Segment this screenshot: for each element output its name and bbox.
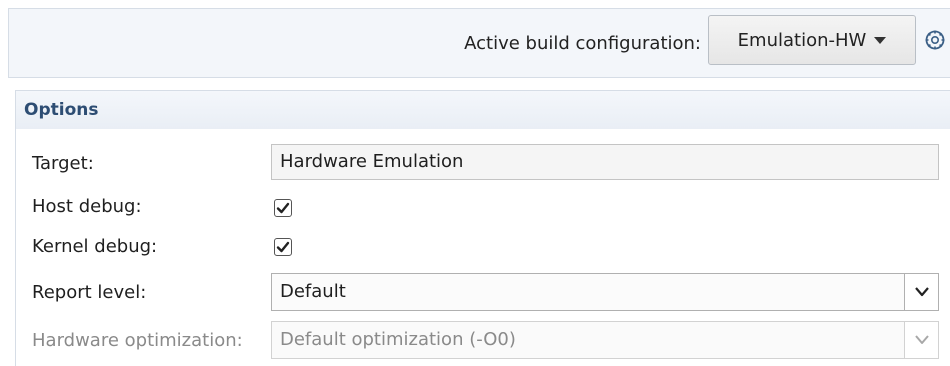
options-section-title: Options [24,100,99,120]
report-level-value: Default [280,281,346,302]
report-level-dropdown-button[interactable] [904,274,938,310]
target-label: Target: [32,153,94,174]
kernel-debug-checkbox[interactable] [274,238,292,256]
hardware-optimization-select: Default optimization (-O0) [271,321,939,359]
chevron-down-icon [874,36,887,44]
chevron-down-icon [915,287,929,297]
target-value: Hardware Emulation [280,151,464,172]
report-level-label: Report level: [32,282,147,303]
active-build-configuration-label: Active build configuration: [464,33,701,54]
kernel-debug-label: Kernel debug: [32,236,158,257]
host-debug-label: Host debug: [32,196,142,217]
toolbar: Active build configuration: Emulation-HW [0,0,950,86]
options-form: Target: Hardware Emulation Host debug: K… [15,129,950,366]
hardware-optimization-value: Default optimization (-O0) [280,329,516,350]
checkmark-icon [276,241,290,253]
gear-globe-icon[interactable] [924,29,946,51]
build-configuration-value: Emulation-HW [737,29,867,51]
build-settings-panel: Active build configuration: Emulation-HW… [0,0,950,366]
hardware-optimization-label: Hardware optimization: [32,330,243,351]
target-field[interactable]: Hardware Emulation [271,144,939,180]
hardware-optimization-dropdown-button [904,322,938,358]
options-section-header[interactable]: Options [15,90,950,130]
checkmark-icon [276,202,290,214]
host-debug-checkbox[interactable] [274,199,292,217]
chevron-down-icon [915,335,929,344]
build-configuration-dropdown[interactable]: Emulation-HW [708,15,916,65]
report-level-select[interactable]: Default [271,273,939,311]
